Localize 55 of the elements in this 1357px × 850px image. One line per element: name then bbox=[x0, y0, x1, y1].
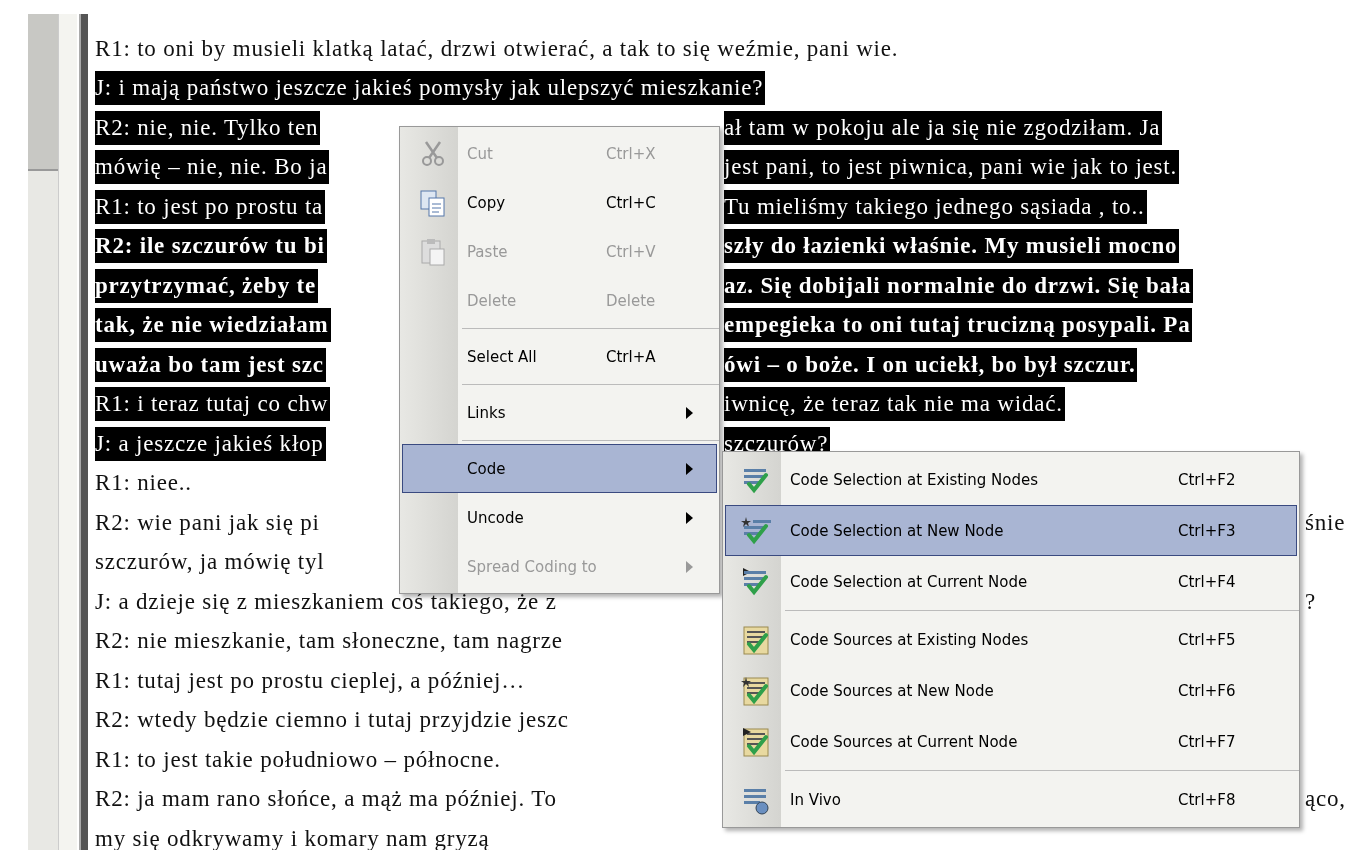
transcript-text: R1: i teraz tutaj co chw bbox=[95, 387, 331, 422]
pane-splitter[interactable] bbox=[79, 14, 88, 850]
menu-item[interactable]: Copy Ctrl+C bbox=[402, 178, 717, 227]
transcript-text: mówię – nie, nie. Bo ja bbox=[95, 150, 330, 185]
transcript-text: J: i mają państwo jeszcze jakieś pomysły jak ulepszyć mieszkanie? bbox=[95, 71, 766, 106]
menu-item[interactable]: Code Selection at New Node Ctrl+F3 bbox=[725, 505, 1297, 556]
scrollbar-thumb[interactable] bbox=[28, 14, 58, 171]
transcript-text: uważa bo tam jest szc bbox=[95, 347, 326, 382]
transcript-text: szły do łazienki właśnie. My musieli mocno bbox=[724, 229, 1180, 264]
transcript-text: az. Się dobijali normalnie do drzwi. Się bała bbox=[724, 268, 1194, 303]
menu-item[interactable]: Select All Ctrl+A bbox=[402, 332, 717, 381]
menu-item[interactable]: Code Sources at New Node Ctrl+F6 bbox=[725, 665, 1297, 716]
transcript-text: śnie bbox=[1305, 508, 1347, 537]
transcript-text: iwnicę, że teraz tak nie ma widać. bbox=[724, 387, 1065, 422]
transcript-text: R1: niee.. bbox=[95, 469, 193, 498]
menu-item[interactable]: Code Selection at Current Node Ctrl+F4 bbox=[725, 556, 1297, 607]
transcript-text: R2: ja mam rano słońce, a mąż ma później. To bbox=[95, 785, 558, 814]
transcript-text: ówi – o boże. I on uciekł, bo był szczur. bbox=[724, 347, 1138, 382]
submenu-arrow-icon bbox=[686, 406, 694, 419]
scrollbar-track[interactable] bbox=[28, 14, 59, 850]
transcript-text: R1: to jest takie południowo – północne. bbox=[95, 745, 502, 774]
transcript-text: empegieka to oni tutaj trucizną posypali. Pa bbox=[724, 308, 1193, 343]
transcript-text: my się odkrywamy i komary nam gryzą bbox=[95, 824, 491, 850]
menu-item[interactable]: Uncode bbox=[402, 493, 717, 542]
transcript-text: R2: ile szczurów tu bi bbox=[95, 229, 327, 264]
submenu-arrow-icon bbox=[686, 560, 694, 573]
transcript-text: jest pani, to jest piwnica, pani wie jak to jest. bbox=[724, 150, 1180, 185]
checked-document-icon bbox=[741, 624, 771, 655]
transcript-text: ? bbox=[1305, 587, 1317, 616]
submenu-arrow-icon bbox=[686, 511, 694, 524]
menu-item[interactable]: In Vivo Ctrl+F8 bbox=[725, 774, 1297, 825]
menu-item[interactable]: Links bbox=[402, 388, 717, 437]
menu-item[interactable]: Code Sources at Current Node Ctrl+F7 bbox=[725, 716, 1297, 767]
transcript-text: R1: to jest po prostu ta bbox=[95, 189, 326, 224]
transcript-text: szczurów, ja mówię tyl bbox=[95, 548, 326, 577]
checked-document-icon bbox=[741, 726, 771, 757]
menu-item[interactable]: Code Sources at Existing Nodes Ctrl+F5 bbox=[725, 614, 1297, 665]
submenu-arrow-icon bbox=[686, 462, 694, 475]
transcript-text: ał tam w pokoju ale ja się nie zgodziłam. Ja bbox=[724, 110, 1163, 145]
transcript-text: tak, że nie wiedziałam bbox=[95, 308, 331, 343]
transcript-text: przytrzymać, żeby te bbox=[95, 268, 318, 303]
transcript-text: R2: nie mieszkanie, tam słoneczne, tam nagrze bbox=[95, 627, 564, 656]
checked-list-icon bbox=[741, 566, 771, 597]
copy-icon bbox=[418, 187, 448, 218]
transcript-text: R2: wie pani jak się pi bbox=[95, 508, 321, 537]
transcript-text: R1: to oni by musieli klatką latać, drzwi otwierać, a tak to się weźmie, pani wie. bbox=[95, 34, 900, 63]
transcript-text: R2: wtedy będzie ciemno i tutaj przyjdzie jeszc bbox=[95, 706, 570, 735]
transcript-text: J: a jeszcze jakieś kłop bbox=[95, 426, 326, 461]
transcript-text: R1: tutaj jest po prostu cieplej, a później… bbox=[95, 666, 526, 695]
checked-document-icon bbox=[741, 675, 771, 706]
menu-item[interactable]: Code bbox=[402, 444, 717, 493]
transcript-text: Tu mieliśmy takiego jednego sąsiada , to.. bbox=[724, 189, 1147, 224]
transcript-text: ąco, bbox=[1305, 785, 1347, 814]
clipboard-icon bbox=[418, 236, 448, 267]
transcript-text: R2: nie, nie. Tylko ten bbox=[95, 110, 321, 145]
